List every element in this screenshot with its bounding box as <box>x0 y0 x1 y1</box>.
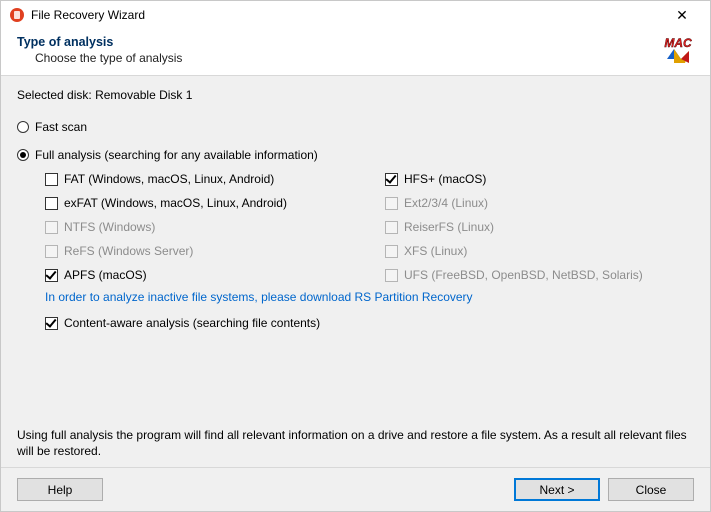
checkbox-label: UFS (FreeBSD, OpenBSD, NetBSD, Solaris) <box>404 268 643 282</box>
checkbox-hfsplus[interactable]: HFS+ (macOS) <box>385 172 694 186</box>
radio-fast-scan[interactable]: Fast scan <box>17 120 694 134</box>
page-title: Type of analysis <box>17 35 694 49</box>
checkbox-icon <box>45 245 58 258</box>
checkbox-reiserfs: ReiserFS (Linux) <box>385 220 694 234</box>
checkbox-icon <box>45 173 58 186</box>
window-title: File Recovery Wizard <box>31 8 662 22</box>
checkbox-ufs: UFS (FreeBSD, OpenBSD, NetBSD, Solaris) <box>385 268 694 282</box>
app-icon <box>9 7 25 23</box>
radio-full-analysis-label: Full analysis (searching for any availab… <box>35 148 318 162</box>
checkbox-ntfs: NTFS (Windows) <box>45 220 385 234</box>
checkbox-label: APFS (macOS) <box>64 268 147 282</box>
radio-fast-scan-label: Fast scan <box>35 120 87 134</box>
checkbox-fat[interactable]: FAT (Windows, macOS, Linux, Android) <box>45 172 385 186</box>
wizard-content: Selected disk: Removable Disk 1 Fast sca… <box>1 76 710 467</box>
page-subtitle: Choose the type of analysis <box>35 51 694 65</box>
wizard-header: Type of analysis Choose the type of anal… <box>1 29 710 76</box>
radio-icon <box>17 149 29 161</box>
download-partition-recovery-link[interactable]: In order to analyze inactive file system… <box>45 290 694 304</box>
checkbox-icon <box>45 197 58 210</box>
selected-disk-value: Removable Disk 1 <box>95 88 192 102</box>
checkbox-xfs: XFS (Linux) <box>385 244 694 258</box>
help-button[interactable]: Help <box>17 478 103 501</box>
checkbox-label: HFS+ (macOS) <box>404 172 486 186</box>
checkbox-ext: Ext2/3/4 (Linux) <box>385 196 694 210</box>
checkbox-apfs[interactable]: APFS (macOS) <box>45 268 385 282</box>
selected-disk-label: Selected disk: <box>17 88 92 102</box>
checkbox-label: ReFS (Windows Server) <box>64 244 193 258</box>
checkbox-label: XFS (Linux) <box>404 244 467 258</box>
checkbox-icon <box>45 221 58 234</box>
checkbox-label: ReiserFS (Linux) <box>404 220 494 234</box>
close-icon: ✕ <box>676 8 688 22</box>
checkbox-icon <box>385 173 398 186</box>
checkbox-icon <box>385 269 398 282</box>
filesystem-grid: FAT (Windows, macOS, Linux, Android) HFS… <box>45 172 694 282</box>
radio-icon <box>17 121 29 133</box>
checkbox-label: FAT (Windows, macOS, Linux, Android) <box>64 172 274 186</box>
checkbox-label: exFAT (Windows, macOS, Linux, Android) <box>64 196 287 210</box>
checkbox-icon <box>385 245 398 258</box>
radio-full-analysis[interactable]: Full analysis (searching for any availab… <box>17 148 694 162</box>
window-close-button[interactable]: ✕ <box>662 3 702 27</box>
checkbox-refs: ReFS (Windows Server) <box>45 244 385 258</box>
checkbox-icon <box>45 317 58 330</box>
checkbox-label: Ext2/3/4 (Linux) <box>404 196 488 210</box>
checkbox-label: NTFS (Windows) <box>64 220 155 234</box>
close-button[interactable]: Close <box>608 478 694 501</box>
selected-disk-line: Selected disk: Removable Disk 1 <box>17 88 694 102</box>
checkbox-exfat[interactable]: exFAT (Windows, macOS, Linux, Android) <box>45 196 385 210</box>
checkbox-label: Content-aware analysis (searching file c… <box>64 316 320 330</box>
product-badge: MAC <box>658 33 698 73</box>
analysis-description: Using full analysis the program will fin… <box>17 411 694 459</box>
svg-text:MAC: MAC <box>664 36 692 50</box>
checkbox-content-aware[interactable]: Content-aware analysis (searching file c… <box>45 316 694 330</box>
checkbox-icon <box>385 221 398 234</box>
titlebar: File Recovery Wizard ✕ <box>1 1 710 29</box>
next-button[interactable]: Next > <box>514 478 600 501</box>
checkbox-icon <box>385 197 398 210</box>
checkbox-icon <box>45 269 58 282</box>
wizard-footer: Help Next > Close <box>1 467 710 511</box>
